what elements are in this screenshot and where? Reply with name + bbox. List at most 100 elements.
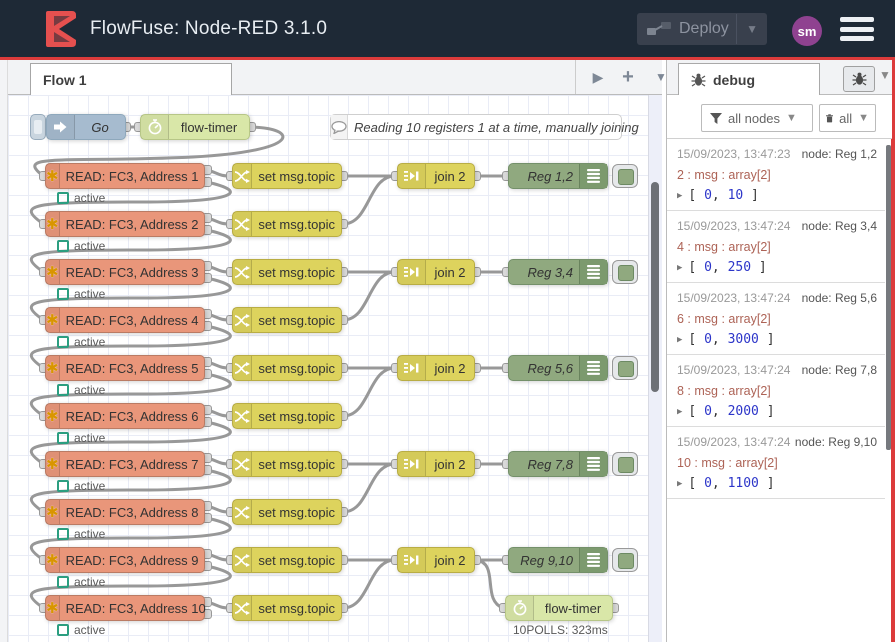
debug-node[interactable]: Reg 7,8 [508, 451, 608, 477]
wire[interactable] [343, 176, 395, 224]
inject-node-go[interactable]: Go [46, 114, 126, 140]
main-menu-button[interactable] [840, 17, 874, 41]
wire[interactable] [343, 368, 395, 416]
debug-node[interactable]: Reg 5,6 [508, 355, 608, 381]
debug-toggle-button[interactable] [612, 452, 638, 476]
list-icon [579, 164, 607, 188]
next-tab-button[interactable]: ▶ [585, 64, 611, 90]
modbus-read-node[interactable]: ✱READ: FC3, Address 1 [45, 163, 205, 189]
inject-button[interactable] [30, 114, 46, 140]
modbus-read-node[interactable]: ✱READ: FC3, Address 4 [45, 307, 205, 333]
expand-caret-icon[interactable]: ▶ [677, 335, 682, 345]
wire[interactable] [343, 464, 395, 512]
expand-caret-icon[interactable]: ▶ [677, 191, 682, 201]
status-ring-icon [57, 240, 69, 252]
change-node[interactable]: set msg.topic [232, 547, 342, 573]
change-node[interactable]: set msg.topic [232, 595, 342, 621]
filter-caret-icon: ▼ [786, 112, 797, 124]
wire[interactable] [476, 560, 503, 608]
list-icon [579, 260, 607, 284]
node-red-window: FlowFuse: Node-RED 3.1.0 Deploy ▼ sm Flo… [0, 0, 895, 642]
status-text: active [74, 191, 105, 205]
wire[interactable] [343, 560, 395, 608]
modbus-read-node[interactable]: ✱READ: FC3, Address 6 [45, 403, 205, 429]
message-source-node[interactable]: node: Reg 5,6 [802, 291, 877, 305]
tab-debug[interactable]: debug [678, 63, 820, 96]
node-status: active [57, 335, 105, 349]
right-accent-strip [891, 57, 895, 642]
modbus-read-node[interactable]: ✱READ: FC3, Address 7 [45, 451, 205, 477]
message-source-node[interactable]: node: Reg 1,2 [802, 147, 877, 161]
modbus-read-node[interactable]: ✱READ: FC3, Address 9 [45, 547, 205, 573]
deploy-button[interactable]: Deploy ▼ [637, 13, 767, 45]
debug-clear-button[interactable]: all ▼ [819, 104, 876, 132]
debug-toggle-button[interactable] [612, 260, 638, 284]
join-node[interactable]: join 2 [397, 547, 475, 573]
change-node[interactable]: set msg.topic [232, 403, 342, 429]
change-node[interactable]: set msg.topic [232, 259, 342, 285]
modbus-icon: ✱ [46, 500, 60, 524]
join-node[interactable]: join 2 [397, 355, 475, 381]
shuffle-icon [233, 212, 252, 236]
shuffle-icon [233, 164, 252, 188]
change-node[interactable]: set msg.topic [232, 163, 342, 189]
modbus-read-node[interactable]: ✱READ: FC3, Address 3 [45, 259, 205, 285]
tab-flow-1[interactable]: Flow 1 [30, 63, 232, 95]
user-avatar[interactable]: sm [792, 16, 822, 46]
expand-caret-icon[interactable]: ▶ [677, 479, 682, 489]
flow-timer-node-bottom[interactable]: flow-timer [505, 595, 613, 621]
modbus-read-node[interactable]: ✱READ: FC3, Address 10 [45, 595, 205, 621]
join-node[interactable]: join 2 [397, 163, 475, 189]
app-header: FlowFuse: Node-RED 3.1.0 Deploy ▼ sm [0, 0, 895, 57]
debug-toggle-button[interactable] [612, 164, 638, 188]
wire[interactable] [343, 272, 395, 320]
modbus-read-node[interactable]: ✱READ: FC3, Address 8 [45, 499, 205, 525]
debug-node[interactable]: Reg 1,2 [508, 163, 608, 189]
message-meta: 4 : msg : array[2] [677, 240, 877, 254]
debug-node[interactable]: Reg 3,4 [508, 259, 608, 285]
join-node[interactable]: join 2 [397, 259, 475, 285]
shuffle-icon [233, 452, 252, 476]
debug-toggle-button[interactable] [612, 356, 638, 380]
change-node-label: set msg.topic [252, 553, 341, 568]
expand-caret-icon[interactable]: ▶ [677, 407, 682, 417]
join-node[interactable]: join 2 [397, 451, 475, 477]
deploy-caret-icon[interactable]: ▼ [736, 14, 758, 44]
flow-canvas[interactable]: Go flow-timer Reading 10 registers 1 at a … [8, 95, 662, 642]
payload-value: [ 0, 1100 ] [688, 476, 774, 491]
debug-toolbar: all nodes ▼ all ▼ [667, 95, 892, 139]
change-node[interactable]: set msg.topic [232, 307, 342, 333]
modbus-icon: ✱ [46, 404, 60, 428]
modbus-read-node[interactable]: ✱READ: FC3, Address 2 [45, 211, 205, 237]
status-text: active [74, 575, 105, 589]
message-source-node[interactable]: node: Reg 9,10 [795, 435, 877, 449]
bug-icon [691, 73, 706, 87]
expand-caret-icon[interactable]: ▶ [677, 263, 682, 273]
debug-node[interactable]: Reg 9,10 [508, 547, 608, 573]
modbus-read-node[interactable]: ✱READ: FC3, Address 5 [45, 355, 205, 381]
change-node[interactable]: set msg.topic [232, 355, 342, 381]
debug-filter-toggle-button[interactable] [843, 66, 875, 92]
change-node[interactable]: set msg.topic [232, 499, 342, 525]
comment-node[interactable]: Reading 10 registers 1 at a time, manual… [330, 114, 622, 140]
debug-scrollbar-thumb[interactable] [886, 145, 891, 450]
shuffle-icon [233, 548, 252, 572]
message-source-node[interactable]: node: Reg 3,4 [802, 219, 877, 233]
change-node[interactable]: set msg.topic [232, 211, 342, 237]
join-icon [398, 356, 426, 380]
join-icon [398, 260, 426, 284]
debug-message: 15/09/2023, 13:47:23node: Reg 1,22 : msg… [667, 139, 885, 211]
debug-filter-button[interactable]: all nodes ▼ [701, 104, 813, 132]
message-source-node[interactable]: node: Reg 7,8 [802, 363, 877, 377]
change-node[interactable]: set msg.topic [232, 451, 342, 477]
modbus-read-node-label: READ: FC3, Address 4 [60, 313, 205, 328]
flow-timer-node[interactable]: flow-timer [140, 114, 250, 140]
debug-toggle-button[interactable] [612, 548, 638, 572]
add-flow-button[interactable]: + [615, 64, 641, 90]
status-text: active [74, 479, 105, 493]
modbus-read-node-label: READ: FC3, Address 1 [60, 169, 205, 184]
node-status: active [57, 431, 105, 445]
sidebar-menu-caret-icon[interactable]: ▼ [879, 68, 891, 82]
trash-icon [826, 112, 833, 125]
message-meta: 6 : msg : array[2] [677, 312, 877, 326]
